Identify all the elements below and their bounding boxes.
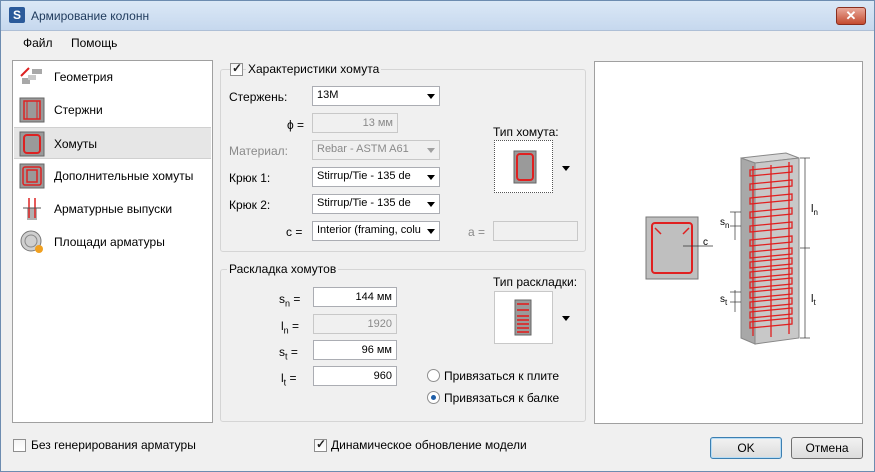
sidebar-item-label: Площади арматуры [54,235,165,249]
dowels-icon [23,198,41,220]
sn-label: sn = [279,292,301,309]
hook1-label: Крюк 1: [229,171,271,185]
cover-c-label: c [703,237,708,248]
chevron-down-icon [427,175,435,180]
hook1-select[interactable]: Stirrup/Tie - 135 de [312,167,440,187]
layout-type-label: Тип раскладки: [493,275,578,289]
chevron-down-icon [427,94,435,99]
reinforcement-areas-icon [20,230,43,253]
hook2-label: Крюк 2: [229,198,271,212]
sidebar-item-reinforcement-areas[interactable]: Площади арматуры [14,226,211,258]
menu-bar: Файл Помощь [1,32,874,54]
stirrups-icon [19,131,45,157]
window-title: Армирование колонн [31,9,150,23]
a-field [493,221,578,241]
lt-label: lt = [281,371,297,388]
sidebar-item-stirrups[interactable]: Хомуты [14,127,211,159]
stirrup-properties-title: Характеристики хомута [246,62,382,76]
menu-file[interactable]: Файл [23,36,53,50]
bars-icon [19,97,45,123]
layout-type-preview-icon [514,299,532,336]
chevron-down-icon [427,229,435,234]
sidebar-item-dowels[interactable]: Арматурные выпуски [14,193,211,225]
stirrup-properties-checkbox[interactable] [230,61,243,76]
c-label: c = [286,225,303,239]
phi-field: 13 мм [312,113,398,133]
snap-slab-label[interactable]: Привязаться к плите [444,369,559,383]
sn-field[interactable]: 144 мм [313,287,397,307]
app-icon: S [9,7,25,23]
ln-label: ln = [281,319,300,336]
chevron-down-icon [427,148,435,153]
preview-panel: c ln lt sn st [594,61,863,424]
sidebar-item-label: Стержни [54,103,103,117]
lt-field[interactable]: 960 [313,366,397,386]
c-select[interactable]: Interior (framing, colum [312,221,440,241]
material-select: Rebar - ASTM A61 [312,140,440,160]
bar-label: Стержень: [229,90,288,104]
chevron-down-icon[interactable] [562,316,570,321]
dynamic-update-checkbox[interactable] [314,437,327,452]
dialog-window: S Армирование колонн ✕ Файл Помощь Геоме… [0,0,875,472]
stirrup-type-label: Тип хомута: [493,125,559,139]
phi-label: ϕ = [287,118,305,132]
sidebar-item-label: Хомуты [54,137,98,151]
st-field[interactable]: 96 мм [313,340,397,360]
snap-beam-label[interactable]: Привязаться к балке [444,391,559,405]
sidebar-item-geometry[interactable]: Геометрия [14,61,211,93]
menu-help[interactable]: Помощь [71,36,117,50]
sidebar-item-label: Арматурные выпуски [54,202,173,216]
lt-dimension-label: lt [811,293,816,307]
stirrup-layout-title: Раскладка хомутов [227,262,339,276]
stirrup-type-picker[interactable] [494,140,553,193]
ln-field: 1920 [313,314,397,334]
ln-dimension-label: ln [811,203,818,217]
column-preview-drawing: c ln lt sn st [645,152,818,345]
material-label: Материал: [229,144,288,158]
title-bar[interactable]: S Армирование колонн ✕ [1,1,874,31]
cancel-button[interactable]: Отмена [791,437,863,459]
close-icon: ✕ [845,8,857,23]
geometry-icon [20,67,42,84]
chevron-down-icon[interactable] [562,166,570,171]
st-label: st = [279,345,298,362]
snap-slab-radio[interactable] [427,369,440,382]
dynamic-update-label[interactable]: Динамическое обновление модели [331,438,527,452]
sidebar-item-additional-stirrups[interactable]: Дополнительные хомуты [14,160,211,192]
bar-select[interactable]: 13M [312,86,440,106]
chevron-down-icon [427,202,435,207]
hook2-select[interactable]: Stirrup/Tie - 135 de [312,194,440,214]
layout-type-picker[interactable] [494,291,553,344]
close-button[interactable]: ✕ [836,7,866,25]
snap-beam-radio[interactable] [427,391,440,404]
sidebar-item-label: Геометрия [54,70,113,84]
sidebar: Геометрия Стержни Хомуты Дополнительные … [12,60,213,423]
sidebar-item-bars[interactable]: Стержни [14,94,211,126]
a-label: a = [468,225,486,239]
sn-dimension-label: sn [720,217,729,230]
sidebar-item-label: Дополнительные хомуты [54,169,194,183]
additional-stirrups-icon [19,163,45,189]
stirrup-type-preview-icon [513,150,537,184]
ok-button[interactable]: OK [710,437,782,459]
st-dimension-label: st [720,294,728,307]
no-generation-checkbox[interactable] [13,439,26,452]
no-generation-label[interactable]: Без генерирования арматуры [31,438,196,452]
